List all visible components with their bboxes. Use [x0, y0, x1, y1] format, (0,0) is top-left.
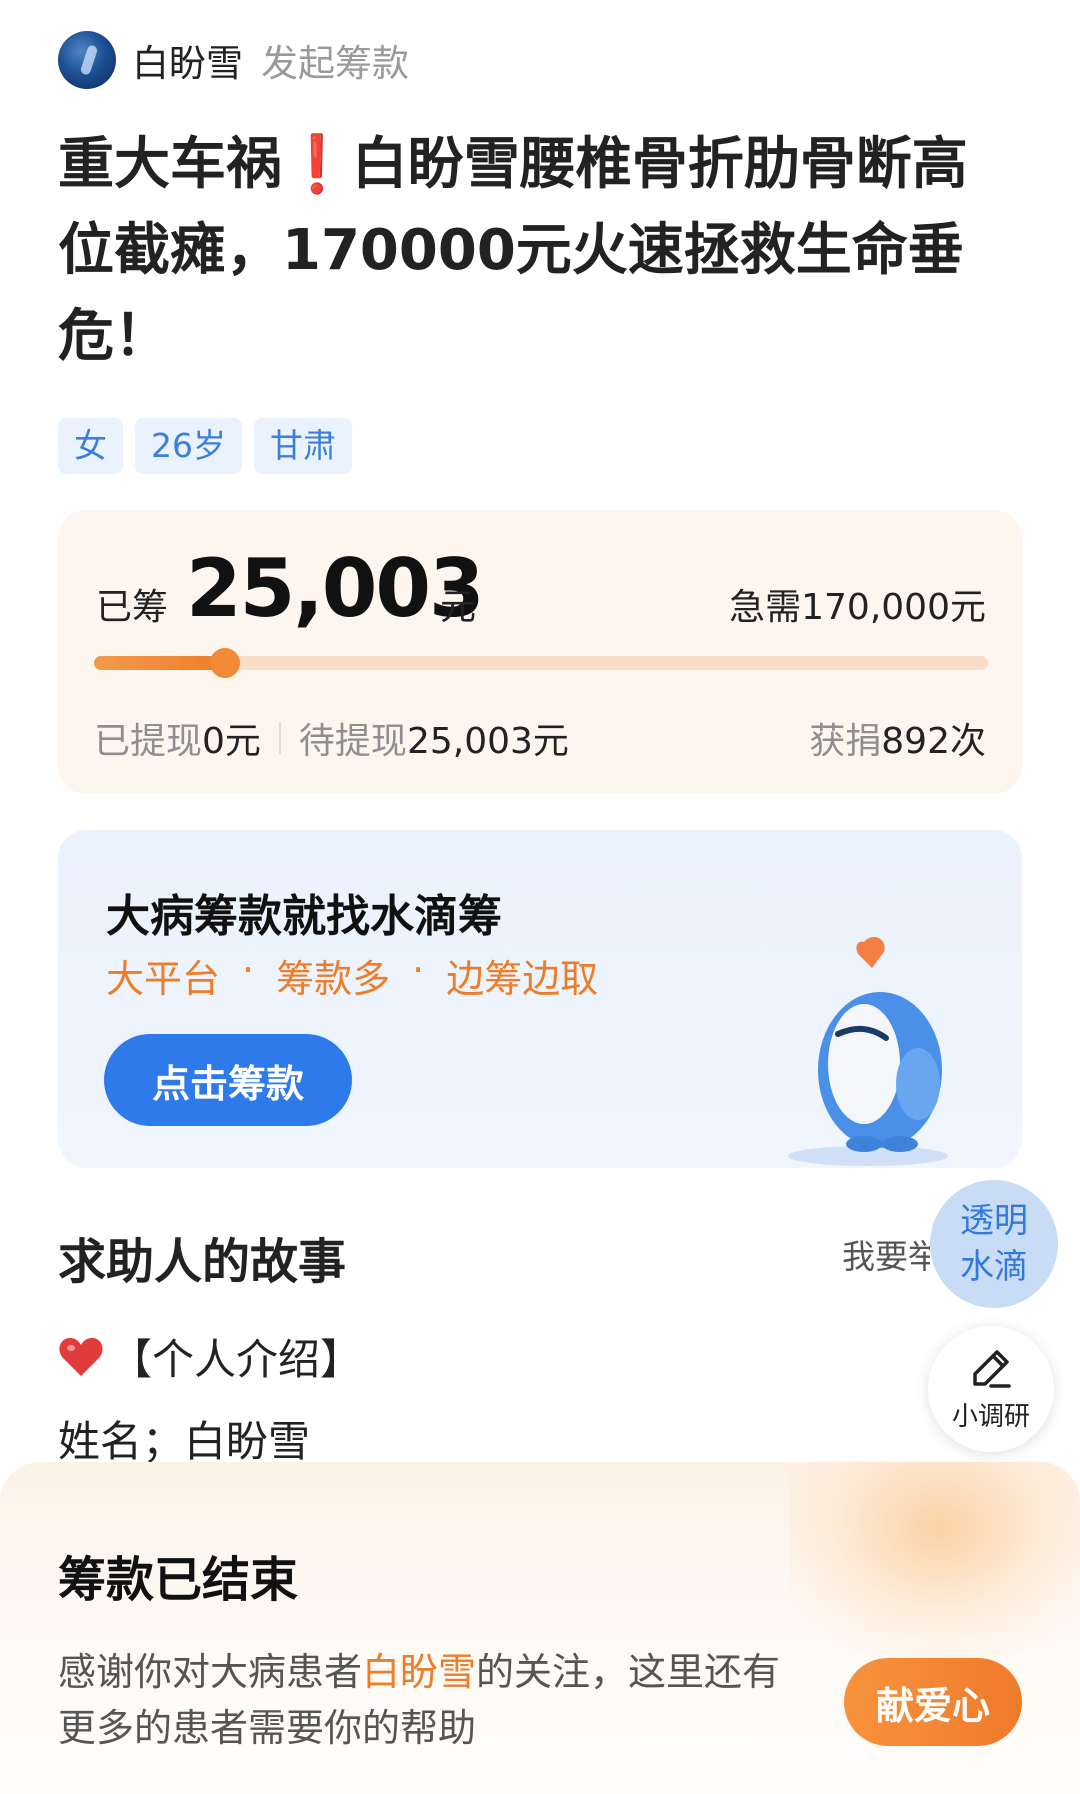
- survey-label: 小调研: [951, 1401, 1030, 1432]
- transparent-badge-line2: 水滴: [960, 1247, 1028, 1287]
- withdrawn-value: 0元: [202, 721, 261, 762]
- withdrawn-label: 已提现: [94, 721, 203, 762]
- needed-label: 急需: [729, 587, 802, 628]
- tag-age: 26岁: [135, 418, 242, 474]
- fundraising-ended-sheet: 筹款已结束 感谢你对大病患者白盼雪的关注，这里还有更多的患者需要你的帮助 献爱心: [0, 1462, 1080, 1794]
- patient-name-line: 姓名；白盼雪: [58, 1417, 311, 1466]
- promo-feature: 边筹边取: [446, 957, 599, 1001]
- campaign-title: 重大车祸❗白盼雪腰椎骨折肋骨断高位截瘫，170000元火速拯救生命垂危！: [58, 132, 968, 369]
- stats-divider: [278, 722, 281, 754]
- start-fundraising-button[interactable]: 点击筹款: [104, 1034, 352, 1126]
- needed-value: 170,000元: [801, 587, 986, 628]
- transparent-water-drop-button[interactable]: 透明 水滴: [930, 1180, 1058, 1308]
- progress-fill: [94, 656, 226, 670]
- story-section-title: 求助人的故事: [58, 1234, 347, 1290]
- promo-separator: ·: [412, 948, 425, 992]
- raised-unit: 元: [440, 587, 477, 628]
- action-text: 发起筹款: [261, 42, 409, 85]
- promo-feature: 筹款多: [276, 957, 391, 1001]
- avatar[interactable]: [58, 31, 116, 89]
- tag-gender: 女: [58, 418, 123, 474]
- author-name[interactable]: 白盼雪: [132, 33, 243, 87]
- intro-heading: 【个人介绍】: [58, 1326, 362, 1387]
- pending-label: 待提现: [298, 721, 407, 762]
- progress-card: 已筹 25,003 元 急需 170,000元 已提现 0元 待提现 25,00…: [58, 510, 1022, 794]
- raised-label: 已筹: [96, 587, 169, 628]
- promo-title: 大病筹款就找水滴筹: [106, 891, 502, 942]
- progress-knob: [210, 648, 241, 678]
- pending-value: 25,003元: [406, 721, 569, 762]
- header: 白盼雪 发起筹款: [58, 30, 409, 90]
- progress-bar: [94, 648, 988, 678]
- donate-button[interactable]: 献爱心: [844, 1658, 1022, 1746]
- heart-icon: [59, 1337, 103, 1376]
- edit-pen-icon: [973, 1349, 1011, 1388]
- needed-amount: 急需 170,000元: [729, 578, 986, 630]
- heart-decoration: [790, 1462, 1080, 1672]
- intro-heading-text: 【个人介绍】: [110, 1335, 363, 1384]
- message-prefix: 感谢你对大病患者: [58, 1650, 363, 1694]
- donations-value: 892次: [881, 721, 986, 762]
- tag-location: 甘肃: [254, 418, 352, 474]
- donations-label: 获捐: [809, 721, 882, 762]
- survey-button[interactable]: 小调研: [928, 1326, 1054, 1452]
- promo-feature: 大平台: [106, 957, 221, 1001]
- tag-list: 女 26岁 甘肃: [58, 418, 352, 474]
- report-link[interactable]: 我要举报: [842, 1230, 930, 1278]
- raised-amount: 25,003: [186, 542, 485, 635]
- promo-features: 大平台 · 筹款多 · 边筹边取: [106, 948, 598, 1003]
- promo-banner[interactable]: 大病筹款就找水滴筹 大平台 · 筹款多 · 边筹边取 点击筹款: [58, 830, 1022, 1168]
- progress-stats: 已提现 0元 待提现 25,003元 获捐892次: [94, 712, 986, 764]
- transparent-badge-line1: 透明: [960, 1201, 1028, 1241]
- message-patient-name: 白盼雪: [362, 1650, 477, 1694]
- sheet-title: 筹款已结束: [58, 1552, 299, 1608]
- sheet-message: 感谢你对大病患者白盼雪的关注，这里还有更多的患者需要你的帮助: [58, 1644, 788, 1756]
- promo-separator: ·: [242, 948, 255, 992]
- donations-count: 获捐892次: [809, 712, 986, 764]
- mascot-illustration: [788, 937, 948, 1166]
